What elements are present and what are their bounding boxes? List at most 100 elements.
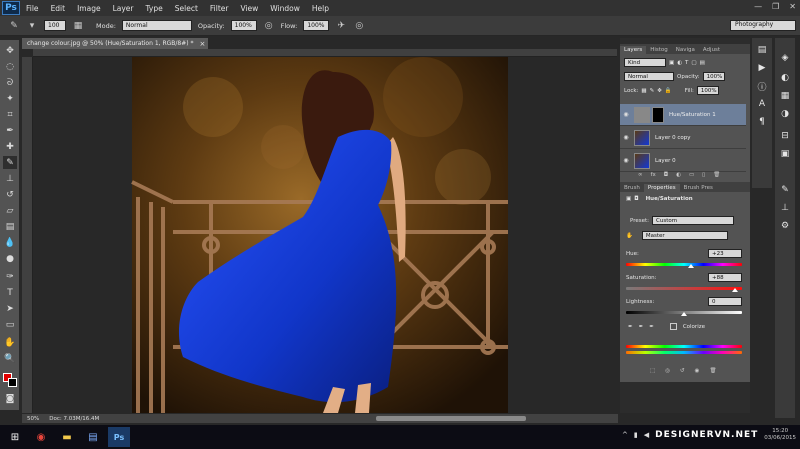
delete-layer-icon[interactable]: 🗑: [713, 172, 720, 178]
notepad-icon[interactable]: ▤: [82, 427, 104, 447]
history-panel-icon[interactable]: ▤: [756, 44, 768, 56]
new-adjustment-icon[interactable]: ◐: [676, 172, 681, 178]
saturation-field[interactable]: +88: [708, 273, 742, 282]
menu-window[interactable]: Window: [264, 4, 306, 13]
crop-tool-icon[interactable]: ⌗: [3, 108, 17, 121]
menu-file[interactable]: File: [20, 4, 45, 13]
visibility-eye-icon[interactable]: ◉: [620, 157, 632, 164]
zoom-tool-icon[interactable]: 🔍: [3, 352, 17, 365]
path-select-tool-icon[interactable]: ➤: [3, 302, 17, 315]
zoom-level[interactable]: 50%: [27, 416, 39, 422]
flow-field[interactable]: 100%: [303, 20, 330, 31]
tab-layers[interactable]: Layers: [620, 46, 647, 54]
blur-tool-icon[interactable]: 💧: [3, 236, 17, 249]
layer-filter-kind[interactable]: Kind: [624, 58, 666, 67]
volume-icon[interactable]: ◀: [644, 431, 649, 439]
lightness-field[interactable]: 0: [708, 297, 742, 306]
mode-select[interactable]: Normal: [121, 20, 192, 31]
menu-type[interactable]: Type: [140, 4, 169, 13]
background-color-swatch[interactable]: [8, 378, 17, 387]
colorize-checkbox[interactable]: [669, 323, 677, 330]
layer-name[interactable]: Hue/Saturation 1: [669, 112, 716, 118]
quick-mask-icon[interactable]: ◙: [3, 392, 17, 405]
masks-panel-icon[interactable]: ▣: [779, 148, 791, 160]
link-layers-icon[interactable]: ∞: [638, 172, 643, 178]
adjustments-panel-icon[interactable]: ⊟: [779, 130, 791, 142]
layer-name[interactable]: Layer 0: [655, 158, 676, 164]
hue-field[interactable]: +23: [708, 249, 742, 258]
marquee-tool-icon[interactable]: ◌: [3, 60, 17, 73]
doc-info[interactable]: Doc: 7.03M/16.4M: [49, 416, 99, 422]
preset-select[interactable]: Custom: [652, 216, 735, 225]
hue-slider[interactable]: [626, 263, 742, 266]
character-panel-icon[interactable]: A: [756, 98, 768, 110]
brush-size-picker[interactable]: 100: [44, 20, 66, 31]
fx-icon[interactable]: fx: [651, 172, 656, 178]
lock-pixels-icon[interactable]: ▦: [641, 88, 646, 94]
eyedropper-add-icon[interactable]: ✒: [639, 324, 644, 330]
brush-panel-toggle-icon[interactable]: ▦: [72, 20, 84, 32]
swatches-panel-icon[interactable]: ▦: [779, 90, 791, 102]
delete-adjustment-icon[interactable]: 🗑: [709, 368, 716, 374]
close-button[interactable]: ✕: [789, 2, 796, 11]
menu-layer[interactable]: Layer: [107, 4, 140, 13]
restore-button[interactable]: ❐: [772, 2, 779, 11]
dropdown-arrow-icon[interactable]: ▾: [26, 20, 38, 32]
menu-help[interactable]: Help: [306, 4, 335, 13]
windows-start-icon[interactable]: ⊞: [4, 427, 26, 447]
tab-brush[interactable]: Brush: [620, 184, 644, 192]
pen-tool-icon[interactable]: ✑: [3, 270, 17, 283]
view-previous-icon[interactable]: ◎: [665, 368, 670, 374]
workspace-select[interactable]: Photography: [730, 20, 796, 31]
move-tool-icon[interactable]: ✥: [3, 44, 17, 57]
hue-slider-thumb[interactable]: [687, 264, 694, 268]
healing-tool-icon[interactable]: ✚: [3, 140, 17, 153]
menu-edit[interactable]: Edit: [45, 4, 72, 13]
visibility-eye-icon[interactable]: ◉: [620, 134, 632, 141]
opacity-field[interactable]: 100%: [230, 20, 257, 31]
document-tab[interactable]: change colour.jpg @ 50% (Hue/Saturation …: [22, 38, 208, 49]
actions-panel-icon[interactable]: ▶: [756, 62, 768, 74]
chrome-icon[interactable]: ◉: [30, 427, 52, 447]
menu-image[interactable]: Image: [71, 4, 107, 13]
saturation-slider-thumb[interactable]: [732, 288, 739, 292]
hand-tool-icon[interactable]: ✋: [3, 336, 17, 349]
menu-select[interactable]: Select: [169, 4, 204, 13]
eraser-tool-icon[interactable]: ▱: [3, 204, 17, 217]
saturation-slider[interactable]: [626, 287, 742, 290]
filter-adjustment-icon[interactable]: ◐: [677, 60, 682, 66]
new-layer-icon[interactable]: ▯: [702, 172, 705, 178]
reset-icon[interactable]: ↺: [680, 368, 685, 374]
brush-tool-icon[interactable]: ✎: [3, 156, 17, 169]
layer-row-hue-saturation[interactable]: ◉ Hue/Saturation 1: [620, 104, 746, 126]
minimize-button[interactable]: —: [754, 2, 762, 11]
tab-properties[interactable]: Properties: [643, 184, 680, 192]
eyedropper-icon[interactable]: ✒: [628, 324, 633, 330]
eyedropper-subtract-icon[interactable]: ✒: [649, 324, 654, 330]
filter-pixel-icon[interactable]: ▣: [669, 60, 674, 66]
info-panel-icon[interactable]: ⓘ: [756, 80, 768, 93]
file-explorer-icon[interactable]: ▬: [56, 427, 78, 447]
new-group-icon[interactable]: ▭: [689, 172, 694, 178]
tab-histogram[interactable]: Histog: [646, 46, 672, 54]
lock-all-icon[interactable]: 🔒: [665, 88, 672, 94]
filter-shape-icon[interactable]: ▢: [691, 60, 696, 66]
styles-panel-icon[interactable]: ◑: [779, 108, 791, 120]
layer-row-layer-0[interactable]: ◉ Layer 0: [620, 150, 746, 172]
toggle-visibility-icon[interactable]: ◉: [695, 368, 700, 374]
add-mask-icon[interactable]: ◘: [664, 172, 668, 178]
type-tool-icon[interactable]: T: [3, 286, 17, 299]
tab-adjustments[interactable]: Adjust: [699, 46, 724, 54]
clip-to-layer-icon[interactable]: ⬚: [650, 368, 655, 374]
pressure-size-icon[interactable]: ◎: [353, 20, 365, 32]
visibility-eye-icon[interactable]: ◉: [620, 111, 632, 118]
brush-panel-icon[interactable]: ✎: [779, 184, 791, 196]
menu-view[interactable]: View: [234, 4, 264, 13]
tab-navigator[interactable]: Naviga: [672, 46, 699, 54]
layer-mask-thumbnail[interactable]: [652, 106, 664, 123]
filter-type-icon[interactable]: T: [685, 60, 688, 66]
menu-filter[interactable]: Filter: [204, 4, 235, 13]
layer-row-layer-0-copy[interactable]: ◉ Layer 0 copy: [620, 127, 746, 149]
gradient-tool-icon[interactable]: ▤: [3, 220, 17, 233]
horizontal-scrollbar[interactable]: [376, 416, 526, 421]
